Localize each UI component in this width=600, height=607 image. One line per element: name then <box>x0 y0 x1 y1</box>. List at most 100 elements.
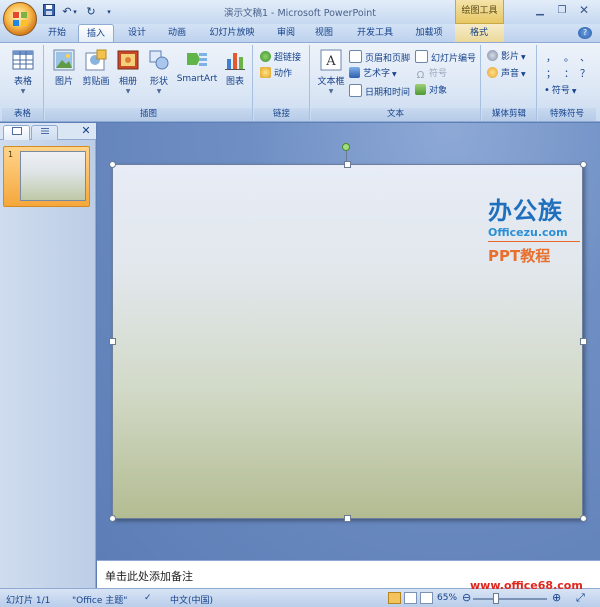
close-icon[interactable]: ✕ <box>80 125 92 137</box>
notes-placeholder: 单击此处添加备注 <box>105 570 193 583</box>
tab-format[interactable]: 格式 <box>458 24 500 42</box>
slide-number: 1 <box>8 150 14 159</box>
resize-handle-right[interactable] <box>580 338 587 345</box>
movie-button[interactable]: 影片 ▼ <box>487 50 526 65</box>
ribbon: 表格 ▼ 表格 图片 剪贴画 相册 ▼ 形状 ▼ SmartArt 图表 插图 … <box>0 42 600 122</box>
resize-handle-top-left[interactable] <box>109 161 116 168</box>
object-label: 对象 <box>429 86 448 96</box>
group-label-media: 媒体剪辑 <box>482 108 536 121</box>
zoom-level[interactable]: 65% <box>437 593 457 603</box>
smartart-button[interactable]: SmartArt <box>175 49 219 84</box>
slide-thumbnail-selected[interactable]: 1 <box>3 146 90 207</box>
tab-insert[interactable]: 插入 <box>78 24 114 42</box>
object-icon <box>415 84 426 95</box>
resize-handle-top[interactable] <box>344 161 351 168</box>
tab-developer[interactable]: 开发工具 <box>350 24 400 42</box>
table-icon <box>12 50 34 70</box>
picture-button[interactable]: 图片 <box>49 49 79 87</box>
group-media: 影片 ▼ 声音 ▼ 媒体剪辑 <box>482 45 537 121</box>
watermark-subtitle: PPT教程 <box>488 247 551 265</box>
group-tables: 表格 ▼ 表格 <box>2 45 44 121</box>
group-special-symbols: ， 。 、 ； ： ？ • 符号 ▼ 特殊符号 <box>538 45 596 121</box>
watermark-title: 办公族 <box>488 197 563 225</box>
album-button[interactable]: 相册 ▼ <box>115 49 141 95</box>
close-icon[interactable]: ✕ <box>574 3 594 19</box>
symbol-button[interactable]: Ω 符号 <box>415 67 447 82</box>
slide-sorter-icon[interactable] <box>404 592 417 604</box>
tab-review[interactable]: 审阅 <box>270 24 302 42</box>
clipart-button[interactable]: 剪贴画 <box>81 49 111 87</box>
slide-thumbnail[interactable] <box>20 151 86 201</box>
table-label: 表格 <box>13 77 32 87</box>
slide-number-button[interactable]: 幻灯片编号 <box>415 50 476 65</box>
zoom-slider-track[interactable] <box>473 598 547 600</box>
maximize-icon[interactable]: ❐ <box>552 3 572 19</box>
special-char-comma[interactable]: ， <box>546 49 558 64</box>
office-logo-icon <box>13 12 27 26</box>
resize-handle-left[interactable] <box>109 338 116 345</box>
chevron-down-icon: ▼ <box>521 71 526 78</box>
watermark-divider <box>488 241 580 242</box>
clipart-label: 剪贴画 <box>82 77 110 87</box>
group-label-illustrations: 插图 <box>45 108 252 121</box>
help-icon[interactable]: ? <box>578 27 592 39</box>
album-label: 相册 <box>118 77 137 87</box>
outline-tab[interactable] <box>31 125 58 140</box>
picture-label: 图片 <box>54 77 73 87</box>
shapes-button[interactable]: 形状 ▼ <box>145 49 173 95</box>
slide-canvas[interactable]: 办公族 Officezu.com PPT教程 <box>112 164 583 519</box>
slides-panel: ✕ 1 <box>0 123 96 588</box>
resize-handle-top-right[interactable] <box>580 161 587 168</box>
spellcheck-icon[interactable]: ✓ <box>144 593 156 603</box>
tab-home[interactable]: 开始 <box>40 24 74 42</box>
slides-tab[interactable] <box>3 125 30 140</box>
zoom-in-icon[interactable]: ⊕ <box>552 591 561 604</box>
sound-button[interactable]: 声音 ▼ <box>487 67 526 82</box>
special-symbol-button[interactable]: • 符号 ▼ <box>544 83 577 98</box>
group-links: 超链接 动作 链接 <box>254 45 310 121</box>
special-char-period[interactable]: 。 <box>564 49 576 64</box>
header-footer-button[interactable]: 页眉和页脚 <box>349 50 410 65</box>
special-char-colon[interactable]: ： <box>564 65 576 80</box>
resize-handle-bottom[interactable] <box>344 515 351 522</box>
sound-icon <box>487 67 498 78</box>
datetime-button[interactable]: 日期和时间 <box>349 84 410 99</box>
office-button[interactable] <box>3 2 37 36</box>
minimize-icon[interactable]: ▁ <box>530 3 550 19</box>
resize-handle-bottom-left[interactable] <box>109 515 116 522</box>
action-button[interactable]: 动作 <box>260 67 292 82</box>
zoom-slider-thumb[interactable] <box>493 593 499 604</box>
header-footer-icon <box>349 50 362 63</box>
watermark-logo: 办公族 Officezu.com PPT教程 <box>488 191 580 266</box>
tab-animation[interactable]: 动画 <box>160 24 194 42</box>
shapes-icon <box>149 50 169 70</box>
special-char-enumeration-comma[interactable]: 、 <box>580 49 592 64</box>
table-button[interactable]: 表格 ▼ <box>4 49 42 95</box>
textbox-button[interactable]: A 文本框 ▼ <box>315 49 347 95</box>
group-label-links: 链接 <box>254 108 309 121</box>
fit-to-window-icon[interactable]: ⤢ <box>576 591 585 605</box>
hyperlink-button[interactable]: 超链接 <box>260 51 301 66</box>
tab-addins[interactable]: 加载项 <box>408 24 450 42</box>
header-footer-label: 页眉和页脚 <box>365 54 411 64</box>
chart-button[interactable]: 图表 <box>221 49 249 87</box>
resize-handle-bottom-right[interactable] <box>580 515 587 522</box>
zoom-out-icon[interactable]: ⊖ <box>462 591 471 604</box>
textbox-label: 文本框 <box>317 77 345 87</box>
chevron-down-icon: ▼ <box>125 88 131 95</box>
normal-view-icon[interactable] <box>388 592 401 604</box>
slideshow-view-icon[interactable] <box>420 592 433 604</box>
rotation-handle[interactable] <box>342 143 350 151</box>
calendar-icon <box>349 84 362 97</box>
special-char-semicolon[interactable]: ； <box>546 65 558 80</box>
tab-view[interactable]: 视图 <box>308 24 340 42</box>
special-char-question[interactable]: ？ <box>580 65 592 80</box>
group-label-text: 文本 <box>311 108 480 121</box>
wordart-button[interactable]: 艺术字 ▼ <box>349 67 397 82</box>
panel-tabs: ✕ <box>0 123 96 140</box>
tab-design[interactable]: 设计 <box>120 24 154 42</box>
picture-icon <box>53 49 75 71</box>
outline-icon <box>40 128 49 134</box>
object-button[interactable]: 对象 <box>415 84 447 99</box>
tab-slideshow[interactable]: 幻灯片放映 <box>201 24 263 42</box>
